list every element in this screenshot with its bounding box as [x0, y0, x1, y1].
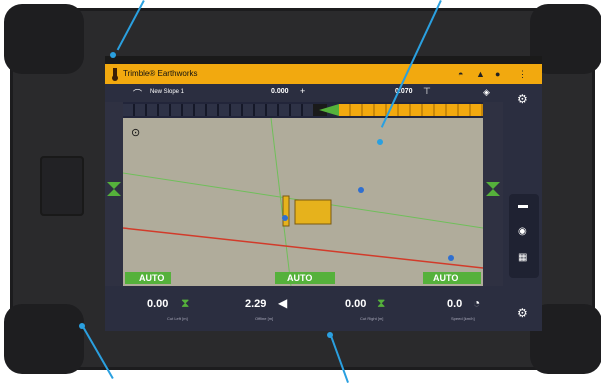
cut-right-label: Cut Right [m]: [360, 316, 384, 321]
callout-dot-frame: [79, 323, 85, 329]
view-switcher: ▬ ◉ ▦: [509, 194, 539, 278]
cut-right-value: 0.00: [345, 298, 367, 310]
design-line-red: [123, 227, 483, 269]
machine-dozer-icon: [294, 199, 332, 225]
bottom-readouts: 0.00 Cut Left [m] ⧗ 2.29 Offline [m] ◀ 0…: [105, 286, 503, 331]
top-toolbar: ⌒ New Slope 1 0.000 + 0.070 ⊤ ◈: [105, 84, 503, 102]
status-bar: [105, 56, 542, 64]
lightbar-top: [123, 102, 483, 118]
settings-icon[interactable]: ⚙: [517, 92, 528, 106]
elevation-icon: ⊤: [423, 86, 431, 96]
app-title: Trimble® Earthworks: [123, 69, 198, 78]
compass-icon[interactable]: ⊙: [131, 126, 140, 139]
right-grade-indicator: [486, 182, 500, 196]
app-header: Trimble® Earthworks ◓ ▲ ● ⋮: [105, 64, 542, 84]
point-marker[interactable]: [448, 255, 454, 261]
trimble-logo-icon: [112, 68, 118, 81]
offline-label: Offline [m]: [255, 316, 274, 321]
cut-left-value: 0.00: [147, 298, 169, 310]
auto-center-button[interactable]: AUTO: [275, 272, 335, 284]
dozer-blade: [282, 195, 290, 227]
crosshair-icon: +: [300, 86, 306, 96]
plan-view-map[interactable]: ⊙: [123, 118, 483, 286]
menu-icon[interactable]: ⋮: [518, 69, 527, 80]
callout-dot-status: [110, 52, 116, 58]
right-side-panel: ⚙ ▬ ◉ ▦ ⚙: [503, 84, 542, 331]
speed-value: 0.0: [447, 298, 463, 310]
machine-settings-icon[interactable]: ⚙: [517, 306, 528, 320]
auto-left-button[interactable]: AUTO: [125, 272, 171, 284]
left-grade-indicator: [107, 182, 121, 196]
offline-arrow-icon: ◀: [278, 296, 288, 310]
user-icon[interactable]: ●: [495, 69, 500, 79]
screen: Trimble® Earthworks ◓ ▲ ● ⋮ ⌒ New Slope …: [105, 56, 542, 331]
auto-right-button[interactable]: AUTO: [423, 272, 481, 284]
headset-icon[interactable]: ◓: [458, 69, 463, 79]
layers-icon[interactable]: ◈: [483, 87, 490, 98]
lightbar-left-segments: [123, 104, 313, 116]
point-marker[interactable]: [282, 215, 288, 221]
speedometer-icon: ◔: [473, 296, 481, 310]
design-icon[interactable]: ⌒: [133, 87, 142, 100]
callout-dot-readouts: [327, 332, 333, 338]
speed-label: Speed [km/h]: [451, 316, 475, 321]
bell-icon[interactable]: ▲: [476, 69, 485, 79]
cut-right-icon: ⧗: [377, 296, 386, 310]
corner-bumper-bottom-left: [4, 304, 84, 374]
right-grade-bar: [483, 102, 503, 286]
design-name[interactable]: New Slope 1: [150, 89, 184, 95]
location-icon[interactable]: ◉: [518, 226, 527, 237]
side-handle: [40, 156, 84, 216]
offline-value: 2.29: [245, 298, 267, 310]
cut-left-icon: ⧗: [181, 296, 190, 310]
lightbar-right-segments: [339, 104, 483, 116]
center-value: 0.000: [271, 88, 289, 95]
callout-dot-map: [377, 139, 383, 145]
map-canvas[interactable]: [123, 118, 483, 286]
machine-view-icon[interactable]: ▬: [518, 200, 528, 211]
map-icon[interactable]: ▦: [518, 252, 527, 263]
corner-bumper-top-left: [4, 4, 84, 74]
left-grade-bar: [105, 102, 123, 286]
point-marker[interactable]: [358, 187, 364, 193]
cut-left-label: Cut Left [m]: [167, 316, 188, 321]
